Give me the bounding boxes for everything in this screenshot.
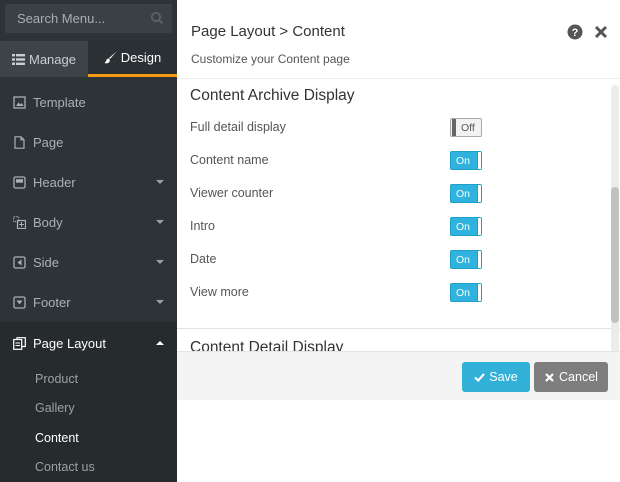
sidebar-item-page-layout[interactable]: Page Layout: [0, 322, 177, 364]
save-button[interactable]: Save: [462, 362, 530, 392]
toggle-knob: [477, 152, 481, 169]
sidebar-item-label: Page Layout: [33, 335, 107, 351]
tab-design[interactable]: Design: [88, 41, 177, 77]
chevron-down-icon: [156, 180, 164, 184]
section-title-detail-clip: Content Detail Display: [190, 338, 590, 351]
toggle-knob: [477, 251, 481, 268]
chevron-down-icon: [156, 300, 164, 304]
list-icon: [12, 53, 25, 65]
brush-icon: [104, 51, 117, 64]
toggle-state: On: [456, 253, 471, 266]
cancel-button[interactable]: Cancel: [534, 362, 608, 392]
page-title: Page Layout > Content: [191, 23, 345, 40]
toggle-knob: [477, 185, 481, 202]
toggle-viewer-counter[interactable]: On: [450, 184, 482, 203]
page-layout-icon: [13, 336, 26, 350]
sidebar: Manage Design Template: [0, 0, 177, 482]
svg-text:?: ?: [572, 27, 579, 39]
sidebar-item-label: Template: [33, 94, 86, 110]
sidebar-tabs: Manage Design: [0, 41, 177, 77]
toggle-intro[interactable]: On: [450, 217, 482, 236]
submenu-item-label: Gallery: [35, 401, 75, 416]
submenu-item-gallery[interactable]: Gallery: [0, 394, 177, 424]
close-icon[interactable]: [594, 25, 608, 39]
setting-label: Date: [190, 252, 217, 266]
page-layout-submenu: Product Gallery Content Contact us: [0, 364, 177, 482]
chevron-up-icon: [156, 341, 164, 345]
toggle-knob: [477, 284, 481, 301]
toggle-state: On: [456, 154, 471, 167]
sidebar-item-page[interactable]: Page: [0, 122, 177, 162]
footer-icon: [13, 295, 26, 309]
toggle-content-name[interactable]: On: [450, 151, 482, 170]
tab-manage-label: Manage: [29, 51, 76, 67]
sidebar-item-header[interactable]: Header: [0, 162, 177, 202]
cancel-button-label: Cancel: [559, 370, 598, 384]
chevron-down-icon: [156, 260, 164, 264]
tab-manage[interactable]: Manage: [0, 41, 88, 77]
page-icon: [14, 135, 25, 149]
body-icon: [13, 215, 26, 229]
submenu-item-label: Contact us: [35, 460, 95, 475]
search-box: [5, 4, 172, 33]
toggle-date[interactable]: On: [450, 250, 482, 269]
section-title-detail: Content Detail Display: [190, 339, 344, 351]
setting-label: Content name: [190, 153, 269, 167]
header-icon: [13, 175, 26, 189]
toggle-state: On: [456, 187, 471, 200]
chevron-down-icon: [156, 220, 164, 224]
toggle-full-detail-display[interactable]: Off: [450, 118, 482, 137]
close-icon: [545, 372, 554, 382]
toggle-knob: [452, 119, 456, 136]
sidebar-item-body[interactable]: Body: [0, 202, 177, 242]
setting-label: View more: [190, 285, 249, 299]
template-icon: [13, 95, 26, 109]
submenu-item-content[interactable]: Content: [0, 423, 177, 453]
setting-label: Viewer counter: [190, 186, 274, 200]
submenu-item-label: Content: [35, 430, 79, 445]
app-root: Manage Design Template: [0, 0, 620, 482]
check-icon: [474, 372, 486, 382]
search-icon[interactable]: [150, 11, 164, 25]
side-icon: [13, 255, 26, 269]
header-divider: [177, 78, 620, 79]
sidebar-item-label: Page: [33, 134, 64, 150]
settings-panel: Page Layout > Content Customize your Con…: [177, 0, 620, 482]
submenu-item-product[interactable]: Product: [0, 364, 177, 394]
submenu-item-contact-us[interactable]: Contact us: [0, 453, 177, 482]
toggle-state: On: [456, 286, 471, 299]
sidebar-item-label: Side: [33, 254, 60, 270]
page-subtitle: Customize your Content page: [191, 52, 350, 66]
toggle-state: Off: [461, 121, 475, 134]
toggle-state: On: [456, 220, 471, 233]
toggle-view-more[interactable]: On: [450, 283, 482, 302]
sidebar-item-side[interactable]: Side: [0, 242, 177, 282]
section-title-archive: Content Archive Display: [190, 87, 355, 104]
toggle-knob: [477, 218, 481, 235]
action-footer: Save Cancel: [177, 351, 620, 400]
sidebar-item-label: Footer: [33, 294, 71, 310]
sidebar-nav: Template Page Header Body Side Footer Pa…: [0, 82, 177, 482]
scrollbar-thumb[interactable]: [611, 187, 619, 323]
submenu-item-label: Product: [35, 371, 79, 386]
search-input[interactable]: [5, 4, 145, 33]
setting-label: Full detail display: [190, 120, 286, 134]
sidebar-item-template[interactable]: Template: [0, 82, 177, 122]
help-icon[interactable]: ?: [567, 24, 583, 40]
setting-label: Intro: [190, 219, 216, 233]
save-button-label: Save: [489, 370, 518, 384]
sidebar-item-footer[interactable]: Footer: [0, 282, 177, 322]
section-divider: [177, 328, 620, 329]
tab-design-label: Design: [120, 50, 162, 65]
sidebar-item-label: Header: [33, 174, 76, 190]
sidebar-item-label: Body: [33, 214, 63, 230]
